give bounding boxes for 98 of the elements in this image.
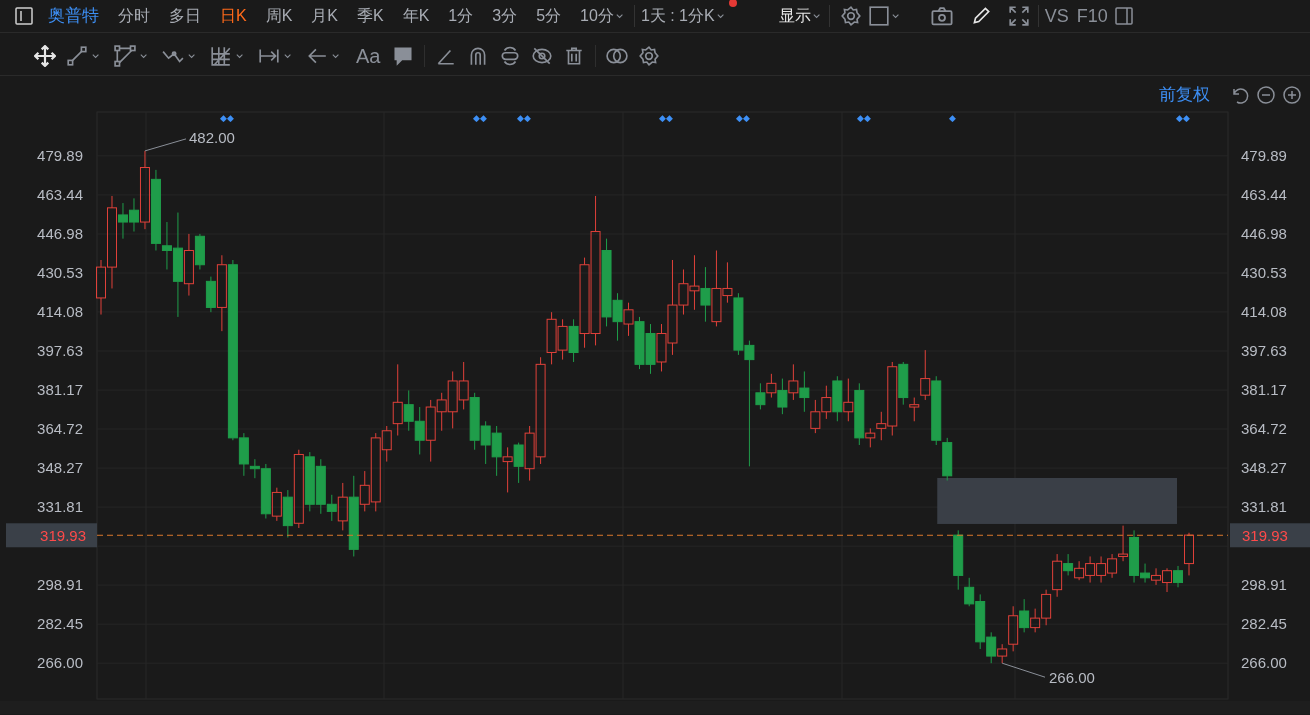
candlestick (491, 425, 502, 477)
candlestick (700, 266, 711, 323)
axis-label: 348.27 (1241, 459, 1287, 477)
candlestick (304, 451, 315, 512)
vs-button[interactable]: VS (1044, 2, 1069, 30)
candlestick (1074, 560, 1085, 581)
sidebar-icon[interactable] (1113, 6, 1134, 26)
candlestick (414, 406, 425, 455)
axis-label: 446.98 (37, 224, 83, 242)
axis-label: 266.00 (1241, 654, 1287, 672)
candlestick (502, 446, 513, 493)
display-menu[interactable]: 显示 (778, 4, 811, 28)
stock-name[interactable]: 奥普特 (48, 3, 99, 29)
axis-label: 331.81 (37, 498, 83, 516)
zoom-out-icon[interactable] (1256, 84, 1276, 105)
zoom-in-icon[interactable] (1282, 84, 1302, 105)
grid-tool-icon[interactable] (210, 44, 232, 67)
range-selector[interactable]: 1天 : 1分K (640, 4, 715, 28)
period-tab[interactable]: 日K (220, 4, 247, 28)
f10-button[interactable]: F10 (1076, 2, 1108, 30)
candlestick (1096, 555, 1107, 584)
candlestick (645, 323, 656, 375)
candlestick (766, 373, 777, 399)
candlestick (1107, 553, 1118, 579)
candlestick (689, 254, 700, 311)
leader-line (144, 138, 187, 152)
candlestick (469, 392, 480, 451)
axis-label: 331.81 (1241, 498, 1287, 516)
candlestick (799, 370, 810, 413)
axis-label: 414.08 (1241, 303, 1287, 320)
axis-label: 348.27 (37, 459, 83, 477)
axis-label: 414.08 (37, 303, 83, 320)
candlestick (1162, 567, 1173, 593)
event-marker[interactable]: ◆◆ (857, 113, 872, 123)
candlestick (480, 420, 491, 465)
axis-label: 282.45 (37, 615, 83, 633)
period-tab[interactable]: 多日 (169, 4, 201, 28)
axis-label: 397.63 (37, 342, 83, 359)
axis-label: 446.98 (1241, 224, 1287, 242)
fullscreen-icon[interactable] (1007, 5, 1030, 27)
candlestick (777, 378, 788, 415)
period-tab[interactable]: 分时 (118, 4, 150, 28)
candlestick (458, 361, 469, 410)
axis-label: 463.44 (37, 185, 83, 203)
event-marker[interactable]: ◆◆ (659, 113, 674, 123)
axis-label: 364.72 (1241, 420, 1287, 438)
event-marker[interactable]: ◆◆ (736, 113, 751, 123)
axis-label: 364.72 (37, 420, 83, 438)
panel-icon[interactable] (14, 6, 34, 26)
candlestick (1151, 567, 1162, 586)
period-tab[interactable]: 1分 (448, 4, 474, 28)
current-price-tag: 319.93 (1242, 527, 1288, 545)
axis-label: 479.89 (1241, 146, 1287, 164)
period-tab[interactable]: 季K (357, 4, 384, 28)
axis-label: 463.44 (1241, 185, 1287, 203)
event-marker[interactable]: ◆◆ (472, 113, 487, 123)
axis-label: 397.63 (1241, 342, 1287, 359)
axis-label: 298.91 (1241, 576, 1287, 594)
candlestick (1019, 598, 1030, 633)
candlestick (557, 318, 568, 361)
event-marker[interactable]: ◆◆ (219, 113, 234, 123)
period-tab[interactable]: 月K (311, 4, 338, 28)
candlestick (821, 385, 832, 420)
comment-icon[interactable] (392, 44, 415, 67)
candlestick (1085, 555, 1096, 584)
high-price-label: 482.00 (189, 128, 235, 146)
camera-icon[interactable] (929, 4, 954, 28)
event-marker[interactable]: ◆◆ (516, 113, 531, 123)
leader-line (1001, 662, 1046, 678)
current-price-tag: 319.93 (40, 527, 86, 545)
settings-icon[interactable] (839, 5, 862, 27)
period-tab[interactable]: 5分 (536, 4, 562, 28)
period-tab[interactable]: 周K (265, 4, 293, 28)
axis-label: 282.45 (1241, 615, 1287, 633)
adjustment-selector[interactable]: 前复权 (1159, 82, 1210, 108)
event-marker[interactable]: ◆ (948, 113, 956, 123)
candlestick (810, 399, 821, 434)
axis-label: 266.00 (37, 654, 83, 672)
event-marker[interactable]: ◆◆ (1176, 113, 1190, 123)
low-price-label: 266.00 (1049, 669, 1095, 687)
candlestick (513, 442, 524, 484)
axis-label: 430.53 (1241, 263, 1287, 281)
polygon-tool-icon[interactable] (114, 44, 136, 67)
axis-label: 298.91 (37, 576, 83, 594)
period-tab[interactable]: 年K (402, 4, 430, 28)
text-tool-button[interactable]: Aa (354, 40, 383, 71)
settings-icon[interactable] (638, 44, 661, 67)
square-icon[interactable] (867, 5, 890, 27)
candlestick (832, 375, 843, 422)
axis-label: 381.17 (37, 381, 83, 399)
line-tool-icon[interactable] (66, 44, 88, 67)
axis-label: 479.89 (37, 146, 83, 164)
move-icon[interactable] (34, 44, 56, 67)
candlestick (788, 363, 799, 401)
period-tab[interactable]: 10分 (580, 4, 614, 28)
axis-label: 430.53 (37, 263, 83, 281)
period-tab[interactable]: 3分 (492, 4, 518, 28)
axis-label: 381.17 (1241, 381, 1287, 399)
